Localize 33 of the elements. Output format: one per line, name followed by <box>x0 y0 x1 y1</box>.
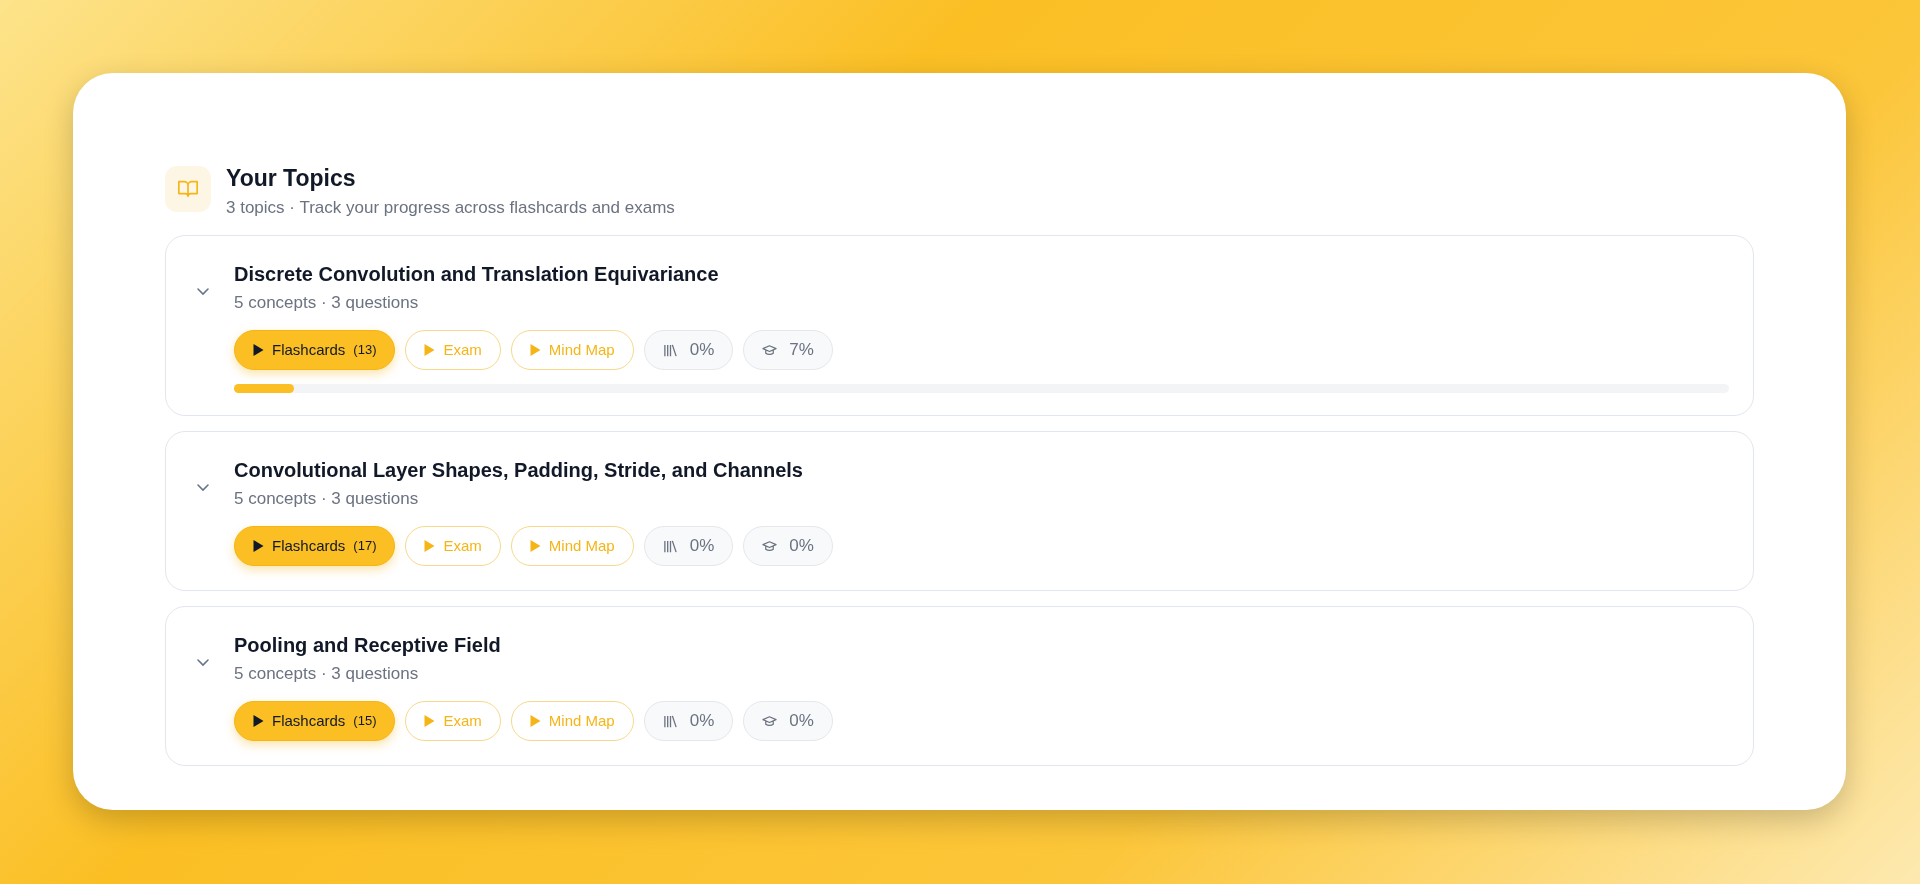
graduation-cap-icon <box>762 342 778 358</box>
graduation-cap-icon <box>762 538 778 554</box>
exam-progress-chip: 7% <box>743 330 833 370</box>
library-icon <box>662 538 678 554</box>
graduation-cap-icon <box>762 713 778 729</box>
play-icon <box>424 540 436 552</box>
library-icon <box>662 342 678 358</box>
flashcard-progress-chip: 0% <box>643 526 734 566</box>
topic-title: Pooling and Receptive Field <box>234 633 502 658</box>
section-subtitle: 3 topics · Track your progress across flashcards and exams <box>226 197 675 219</box>
topic-meta: 5 concepts · 3 questions <box>234 488 420 510</box>
play-icon <box>529 540 541 552</box>
library-icon <box>662 713 678 729</box>
exam-progress-chip: 0% <box>743 526 833 566</box>
topic-title: Discrete Convolution and Translation Equivariance <box>234 262 720 287</box>
flashcards-button[interactable]: Flashcards (13) <box>234 330 396 370</box>
flashcards-button[interactable]: Flashcards (15) <box>234 701 396 741</box>
play-icon <box>253 715 264 727</box>
flashcard-progress-chip: 0% <box>643 701 734 741</box>
book-icon <box>177 178 199 200</box>
flashcards-button[interactable]: Flashcards (17) <box>234 526 396 566</box>
play-icon <box>424 715 436 727</box>
exam-progress-chip: 0% <box>743 701 833 741</box>
play-icon <box>424 344 436 356</box>
section-title: Your Topics <box>226 164 357 193</box>
flashcard-progress-chip: 0% <box>643 330 734 370</box>
play-icon <box>253 540 264 552</box>
topic-meta: 5 concepts · 3 questions <box>234 292 420 314</box>
play-icon <box>529 715 541 727</box>
topic-meta: 5 concepts · 3 questions <box>234 663 420 685</box>
play-icon <box>253 344 264 356</box>
play-icon <box>529 344 541 356</box>
topic-title: Convolutional Layer Shapes, Padding, Stride, and Channels <box>234 458 804 483</box>
